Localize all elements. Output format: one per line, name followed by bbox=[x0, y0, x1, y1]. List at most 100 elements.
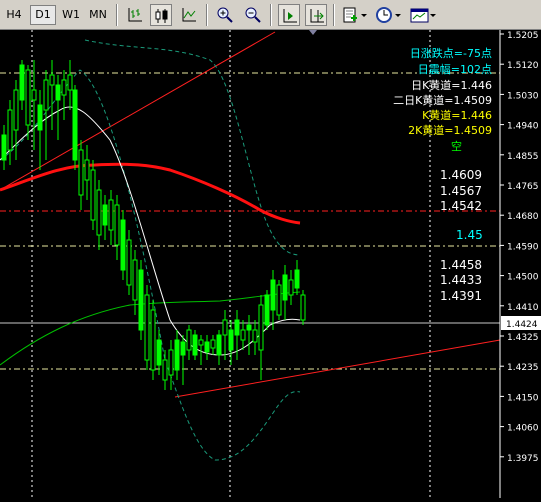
candle-body bbox=[288, 279, 294, 296]
ma-white bbox=[0, 106, 301, 356]
candle-body bbox=[228, 329, 234, 351]
price-tick-label: 1.4410 bbox=[507, 303, 539, 313]
price-tick-label: 1.4590 bbox=[507, 242, 539, 252]
timeframe-mn[interactable]: MN bbox=[86, 5, 110, 25]
price-tick-label: 1.3975 bbox=[507, 454, 539, 464]
vertical-grid bbox=[31, 30, 431, 498]
info-line: 空 bbox=[451, 139, 462, 153]
templates-button[interactable] bbox=[408, 4, 438, 26]
toolbar-separator bbox=[270, 4, 272, 26]
level-label: 1.4609 bbox=[440, 168, 482, 182]
zoom-in-icon bbox=[217, 7, 233, 23]
chart-shift-icon bbox=[283, 9, 297, 23]
candle-body bbox=[252, 329, 258, 343]
price-tick-label: 1.4855 bbox=[507, 152, 539, 162]
candle-body bbox=[108, 199, 114, 231]
chart-toolbar: H4 D1 W1 MN bbox=[0, 0, 541, 30]
candle-body bbox=[204, 341, 210, 353]
info-line: K黄道=1.446 bbox=[422, 108, 492, 122]
auto-scroll-button[interactable] bbox=[305, 4, 327, 26]
candle-body bbox=[150, 309, 156, 371]
info-line: 日K黄道=1.446 bbox=[411, 78, 492, 92]
candle-body bbox=[300, 294, 306, 321]
price-tick-label: 1.4235 bbox=[507, 363, 539, 373]
chart-shift-button[interactable] bbox=[278, 4, 300, 26]
timeframe-w1[interactable]: W1 bbox=[59, 5, 83, 25]
info-line: 2K黄道=1.4509 bbox=[408, 123, 492, 137]
candle-body bbox=[156, 339, 162, 366]
candle-body bbox=[240, 329, 246, 341]
candle-body bbox=[84, 159, 90, 181]
candle-body bbox=[174, 339, 180, 371]
info-panel: 日涨跌点=-75点 日震幅=102点 日K黄道=1.446 二日K黄道=1.45… bbox=[393, 46, 492, 153]
level-labels: 1.4609 1.4567 1.4542 1.45 1.4458 1.4433 … bbox=[440, 168, 483, 303]
level-label: 1.4458 bbox=[440, 258, 482, 272]
periods-button[interactable] bbox=[374, 4, 404, 26]
candle-body bbox=[96, 189, 102, 236]
line-chart-icon bbox=[182, 8, 196, 22]
candle-body bbox=[276, 284, 282, 316]
candle-body bbox=[49, 74, 55, 86]
candle-body bbox=[61, 79, 67, 96]
level-label: 1.4542 bbox=[440, 199, 482, 213]
price-axis-ticks: 1.5205 1.5120 1.5030 1.4940 1.4855 1.4765 1.46… bbox=[500, 31, 539, 464]
candle-body bbox=[37, 104, 43, 131]
candle-body bbox=[1, 134, 7, 161]
level-label: 1.4391 bbox=[440, 289, 482, 303]
periods-icon bbox=[376, 7, 401, 23]
candle-body bbox=[126, 239, 132, 286]
timeframe-h4[interactable]: H4 bbox=[3, 5, 25, 25]
candle-body bbox=[43, 79, 49, 111]
toolbar-separator bbox=[206, 4, 208, 26]
level-label: 1.4433 bbox=[440, 273, 482, 287]
candle-body bbox=[270, 279, 276, 311]
candle-body bbox=[234, 319, 240, 336]
bar-chart-icon bbox=[128, 8, 142, 22]
price-tick-label: 1.5120 bbox=[507, 61, 539, 71]
candle-body bbox=[144, 294, 150, 361]
current-price-label: 1.4424 bbox=[506, 320, 538, 330]
candle-body bbox=[138, 269, 144, 331]
level-label: 1.45 bbox=[456, 228, 483, 242]
candle-body bbox=[31, 89, 37, 101]
price-tick-label: 1.4150 bbox=[507, 393, 539, 403]
price-tick-label: 1.5205 bbox=[507, 31, 539, 41]
candle-body bbox=[168, 349, 174, 376]
toolbar-separator bbox=[116, 4, 118, 26]
price-tick-label: 1.4500 bbox=[507, 273, 539, 283]
candle-body bbox=[102, 204, 108, 226]
candle-body bbox=[19, 64, 25, 101]
info-line: 日涨跌点=-75点 bbox=[410, 46, 492, 60]
candle-body bbox=[192, 334, 198, 356]
candle-body bbox=[258, 304, 264, 351]
chart-end-marker-icon bbox=[309, 30, 317, 35]
candlestick-button[interactable] bbox=[150, 4, 172, 26]
candlestick-icon bbox=[155, 9, 168, 23]
candle-body bbox=[162, 359, 168, 381]
price-tick-label: 1.4680 bbox=[507, 212, 539, 222]
candle-body bbox=[180, 341, 186, 356]
candle-body bbox=[294, 269, 300, 289]
candle-body bbox=[246, 324, 252, 331]
envelope-lower bbox=[0, 69, 301, 461]
candle-body bbox=[7, 109, 13, 151]
candle-body bbox=[282, 274, 288, 301]
zoom-in-button[interactable] bbox=[214, 4, 236, 26]
candle-body bbox=[55, 84, 61, 101]
price-tick-label: 1.4325 bbox=[507, 333, 539, 343]
candle-body bbox=[216, 334, 222, 356]
candles bbox=[1, 60, 306, 390]
bar-chart-button[interactable] bbox=[124, 4, 146, 26]
level-label: 1.4567 bbox=[440, 184, 482, 198]
zoom-out-button[interactable] bbox=[242, 4, 264, 26]
candle-body bbox=[90, 169, 96, 221]
ma-red bbox=[0, 162, 301, 225]
candle-body bbox=[13, 89, 19, 131]
info-line: 日震幅=102点 bbox=[418, 63, 492, 76]
price-tick-label: 1.4765 bbox=[507, 182, 539, 192]
info-line: 二日K黄道=1.4509 bbox=[393, 93, 492, 107]
line-chart-button[interactable] bbox=[178, 4, 200, 26]
indicators-button[interactable] bbox=[340, 4, 370, 26]
price-chart[interactable]: 日涨跌点=-75点 日震幅=102点 日K黄道=1.446 二日K黄道=1.45… bbox=[0, 30, 541, 498]
timeframe-d1[interactable]: D1 bbox=[30, 5, 56, 25]
